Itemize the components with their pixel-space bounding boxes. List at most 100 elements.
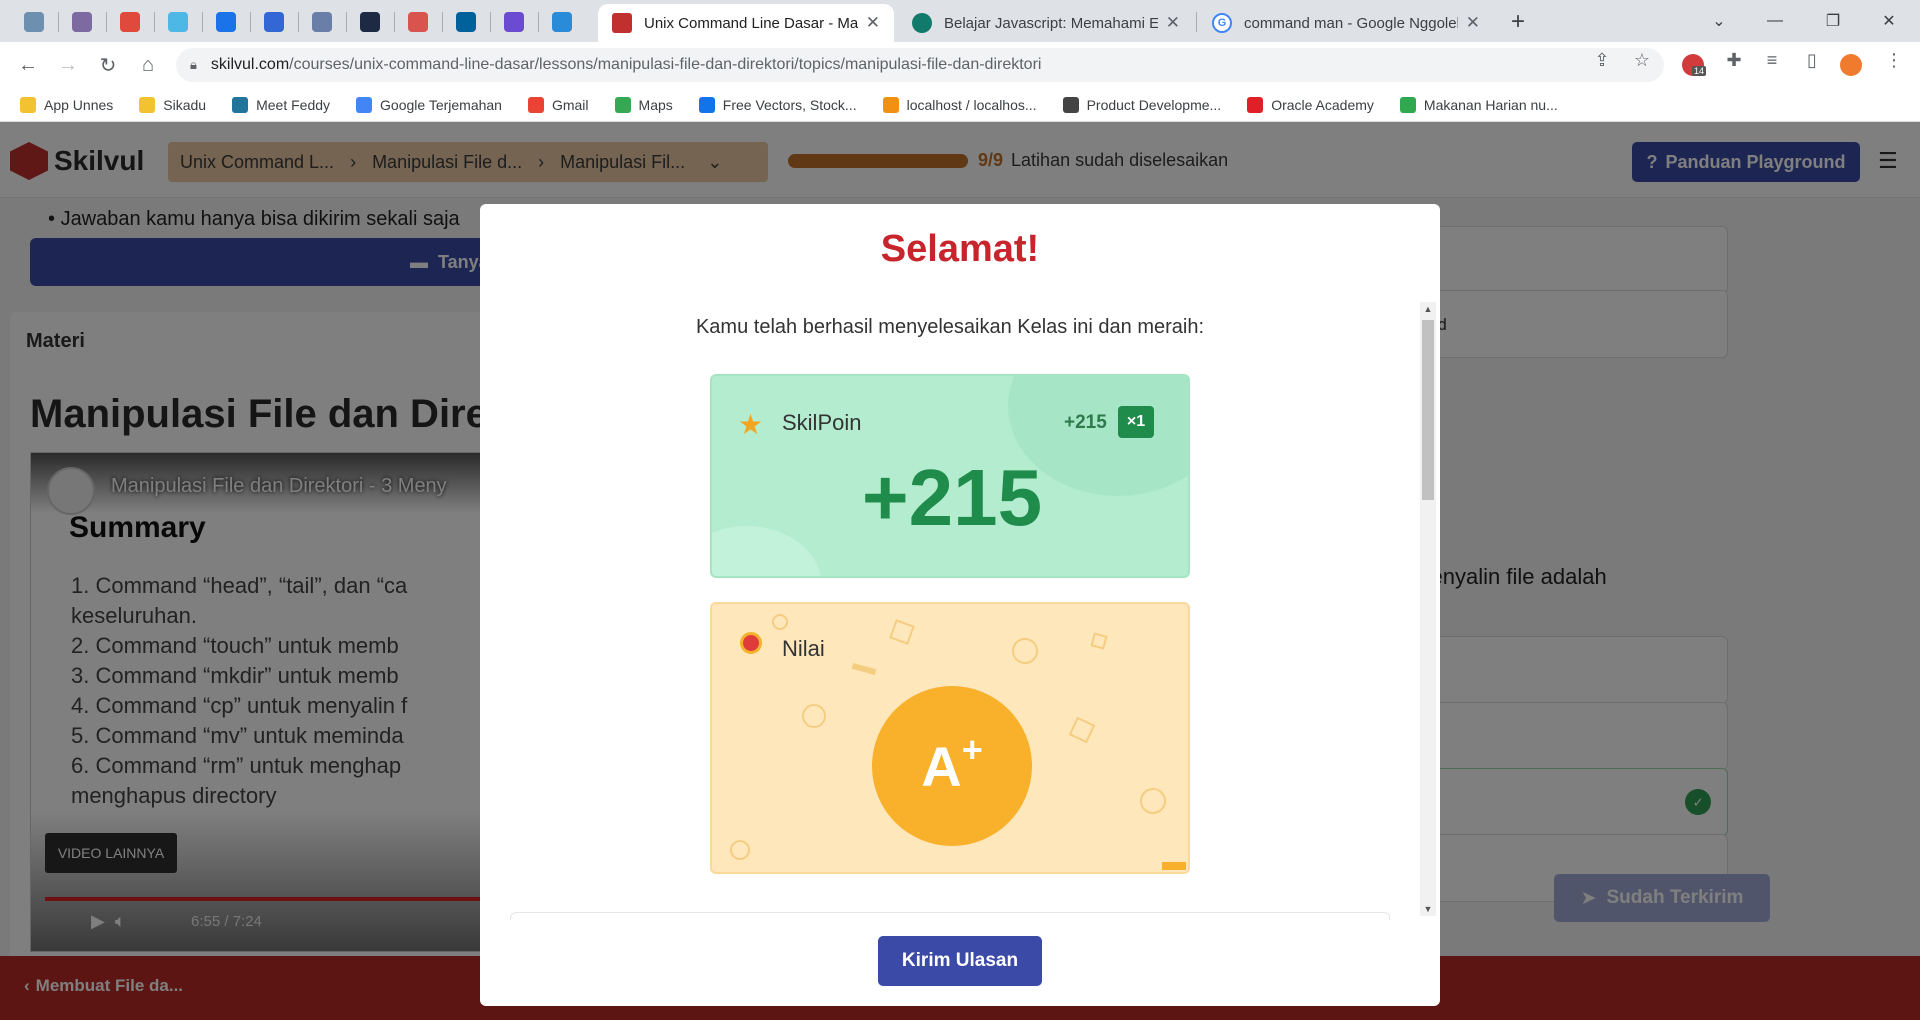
decor-circle xyxy=(802,704,826,728)
spreadsheet-icon xyxy=(24,12,44,32)
bookmark-label: Oracle Academy xyxy=(1271,96,1374,113)
pinned-tab[interactable] xyxy=(450,8,482,36)
bookmark-item[interactable]: localhost / localhos... xyxy=(882,96,1037,113)
bookmark-label: App Unnes xyxy=(44,96,114,113)
bookmark-item[interactable]: Gmail xyxy=(527,96,589,113)
bookmarks-bar: App Unnes Sikadu Meet Feddy Google Terjemah… xyxy=(0,88,1920,122)
pinned-tab[interactable] xyxy=(354,8,386,36)
contact-card-icon xyxy=(216,12,236,32)
close-window-button[interactable]: ✕ xyxy=(1862,0,1916,42)
bookmark-label: Gmail xyxy=(551,96,589,113)
side-panel-icon[interactable]: ▯ xyxy=(1798,50,1826,71)
pinned-tab[interactable] xyxy=(162,8,194,36)
bookmark-item[interactable]: Sikadu xyxy=(139,96,207,113)
tab-divider xyxy=(490,12,491,32)
red-logo-icon xyxy=(408,12,428,32)
tab-divider xyxy=(538,12,539,32)
pinned-tab[interactable] xyxy=(546,8,578,36)
forward-arrow-icon[interactable]: → xyxy=(52,50,84,80)
learn-icon xyxy=(912,13,932,33)
modal-scroll-area[interactable]: Kamu telah berhasil menyelesaikan Kelas … xyxy=(480,300,1440,920)
grade-label: Nilai xyxy=(782,636,825,661)
tab-unix-command-line[interactable]: Unix Command Line Dasar - Man ✕ xyxy=(598,4,894,42)
bookmark-label: Sikadu xyxy=(163,96,207,113)
tab-divider xyxy=(106,12,107,32)
close-tab-icon[interactable]: ✕ xyxy=(1166,13,1180,33)
bookmark-favicon-icon xyxy=(527,96,544,113)
tab-divider xyxy=(442,12,443,32)
new-tab-button[interactable]: + xyxy=(1502,8,1534,36)
close-tab-icon[interactable]: ✕ xyxy=(1466,13,1480,33)
tab-search-button[interactable]: ⌄ xyxy=(1692,0,1746,42)
submit-review-button[interactable]: Kirim Ulasan xyxy=(878,936,1042,986)
share-icon[interactable]: ⇪ xyxy=(1588,50,1616,71)
address-bar[interactable]: 🔒︎ skilvul.com/courses/unix-command-line… xyxy=(176,48,1664,82)
bookmark-favicon-icon xyxy=(698,96,715,113)
scroll-up-icon[interactable]: ▲ xyxy=(1420,304,1436,314)
restore-button[interactable]: ❐ xyxy=(1806,0,1860,42)
pinned-tab[interactable] xyxy=(114,8,146,36)
skilvul-icon xyxy=(612,13,632,33)
skilpoin-card: ★ SkilPoin +215 ×1 +215 xyxy=(710,374,1190,578)
pinned-tab[interactable] xyxy=(18,8,50,36)
back-arrow-icon[interactable]: ← xyxy=(12,50,44,80)
bookmark-item[interactable]: Product Developme... xyxy=(1062,96,1222,113)
scroll-down-icon[interactable]: ▼ xyxy=(1420,904,1436,914)
bookmark-item[interactable]: Makanan Harian nu... xyxy=(1399,96,1558,113)
letter-a-icon xyxy=(360,12,380,32)
modal-scroll-thumb[interactable] xyxy=(1422,320,1434,500)
ieee-icon xyxy=(456,12,476,32)
pinned-tab[interactable] xyxy=(402,8,434,36)
abp-extension-icon[interactable]: 14 xyxy=(1682,54,1707,76)
send-icon xyxy=(552,12,572,32)
tab-title: Belajar Javascript: Memahami Eve xyxy=(944,14,1158,32)
browser-tab-strip: Unix Command Line Dasar - Man ✕ Belajar … xyxy=(0,0,1920,42)
pinned-tab[interactable] xyxy=(66,8,98,36)
browser-toolbar: ← → ↻ ⌂ 🔒︎ skilvul.com/courses/unix-comm… xyxy=(0,42,1920,88)
grade-plus: + xyxy=(961,729,983,770)
tab-divider xyxy=(346,12,347,32)
tab-belajar-javascript[interactable]: Belajar Javascript: Memahami Eve ✕ xyxy=(898,4,1194,42)
skilpoin-label: SkilPoin xyxy=(782,410,862,435)
lock-icon: 🔒︎ xyxy=(190,57,197,72)
bookmark-label: Product Developme... xyxy=(1086,96,1222,113)
bookmark-item[interactable]: Meet Feddy xyxy=(232,96,331,113)
tab-divider xyxy=(154,12,155,32)
decor-circle xyxy=(772,614,788,630)
pinned-tab[interactable] xyxy=(258,8,290,36)
bookmark-label: Free Vectors, Stock... xyxy=(722,96,857,113)
grade-letter: A xyxy=(921,734,962,798)
extensions-puzzle-icon[interactable]: ✚ xyxy=(1720,50,1748,71)
url-path: /courses/unix-command-line-dasar/lessons… xyxy=(289,56,1042,73)
bookmark-favicon-icon xyxy=(882,96,899,113)
modal-subtitle: Kamu telah berhasil menyelesaikan Kelas … xyxy=(695,316,1205,338)
bookmark-favicon-icon xyxy=(139,96,156,113)
bookmark-item[interactable]: Google Terjemahan xyxy=(356,96,502,113)
close-tab-icon[interactable]: ✕ xyxy=(866,13,880,33)
pinned-tab[interactable] xyxy=(306,8,338,36)
profile-avatar-icon[interactable] xyxy=(1840,54,1862,76)
media-control-icon[interactable]: ≡ xyxy=(1758,50,1786,71)
bookmark-item[interactable]: Oracle Academy xyxy=(1247,96,1374,113)
minimize-button[interactable]: — xyxy=(1748,0,1802,42)
browser-menu-icon[interactable]: ⋮ xyxy=(1880,50,1908,71)
bookmark-star-icon[interactable]: ☆ xyxy=(1628,50,1656,71)
tab-divider xyxy=(1196,12,1197,32)
google-icon: G xyxy=(1212,13,1232,33)
avatar-icon xyxy=(72,12,92,32)
decor-circle xyxy=(730,840,750,860)
tab-google-search[interactable]: G command man - Google Nggolek ✕ xyxy=(1198,4,1494,42)
tab-divider xyxy=(58,12,59,32)
pinned-tab[interactable] xyxy=(210,8,242,36)
decor-circle xyxy=(1140,788,1166,814)
bookmark-label: Meet Feddy xyxy=(256,96,331,113)
bookmark-item[interactable]: Maps xyxy=(614,96,673,113)
home-icon[interactable]: ⌂ xyxy=(132,50,164,80)
tab-divider xyxy=(250,12,251,32)
pinned-tab[interactable] xyxy=(498,8,530,36)
reload-icon[interactable]: ↻ xyxy=(92,50,124,80)
bookmark-favicon-icon xyxy=(232,96,249,113)
bookmark-item[interactable]: Free Vectors, Stock... xyxy=(698,96,857,113)
bookmark-item[interactable]: App Unnes xyxy=(20,96,114,113)
modal-scrollbar[interactable]: ▲ ▼ xyxy=(1420,302,1436,916)
